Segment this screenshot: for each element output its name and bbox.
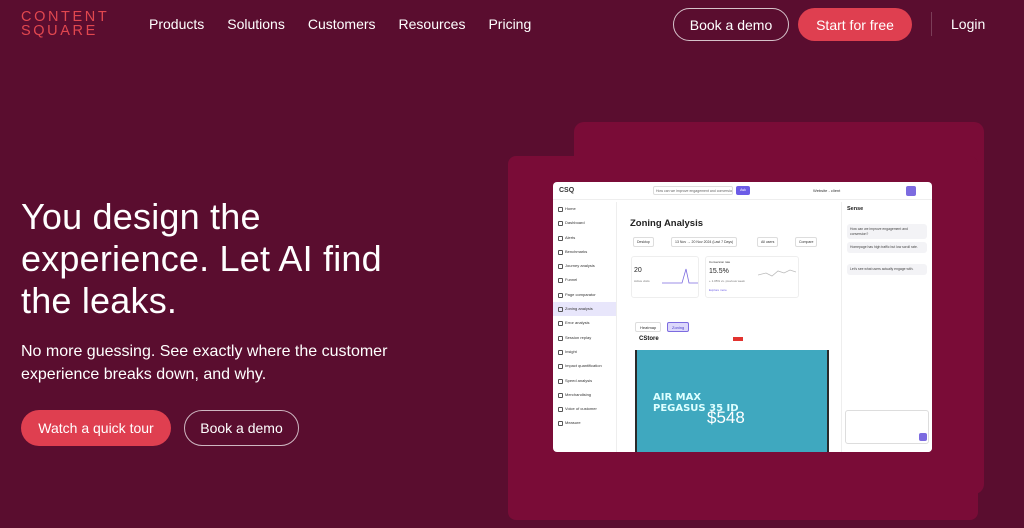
app-sidebar-item: Insight bbox=[553, 345, 616, 359]
metric-label: Conversion rate bbox=[709, 260, 731, 264]
metric-delta: + 1.05% vs. previous week bbox=[709, 279, 745, 283]
app-filter-compare: Compare bbox=[795, 237, 818, 247]
nav-link-solutions[interactable]: Solutions bbox=[227, 16, 285, 32]
app-filter-users: All users bbox=[757, 237, 779, 247]
app-site-selector: Website - client bbox=[813, 188, 841, 193]
app-sidebar-item: Measure bbox=[553, 416, 616, 430]
hero-product-line-1: AIR MAX bbox=[653, 392, 702, 403]
metric-label: Active visits bbox=[634, 279, 650, 283]
start-free-button[interactable]: Start for free bbox=[798, 8, 912, 41]
logo-line-2: SQUARE bbox=[21, 23, 98, 39]
app-filter-device: Desktop bbox=[633, 237, 654, 247]
app-sidebar-item: Home bbox=[553, 202, 616, 216]
sense-message: Let's see what users actually engage wit… bbox=[847, 264, 927, 275]
nav-link-pricing[interactable]: Pricing bbox=[488, 16, 531, 32]
store-badge bbox=[733, 337, 743, 341]
tab-zoning: Zoning bbox=[667, 322, 690, 332]
app-sidebar-item: Page comparator bbox=[553, 288, 616, 302]
metric-value: 15.5% bbox=[709, 268, 729, 275]
product-screenshot: CSQ How can we improve engagement and co… bbox=[553, 182, 932, 452]
app-sidebar-item: Error analysis bbox=[553, 316, 616, 330]
app-logo: CSQ bbox=[559, 187, 575, 194]
metric-value: 20 bbox=[634, 267, 642, 274]
explore-link: Explore more bbox=[709, 288, 727, 292]
sparkline-chart bbox=[662, 268, 698, 284]
app-sidebar-item: Funnel bbox=[553, 273, 616, 287]
app-page-title: Zoning Analysis bbox=[630, 218, 704, 229]
hero-headline: You design the experience. Let AI find t… bbox=[21, 196, 382, 321]
app-sidebar-item: Alerts bbox=[553, 231, 616, 245]
zoning-preview: CStore AIR MAX PEGASUS 35 ID $548 bbox=[635, 332, 829, 452]
app-sidebar-item: Speed analysis bbox=[553, 374, 616, 388]
app-ask-button: Ask bbox=[736, 186, 750, 195]
app-search-input: How can we improve engagement and conver… bbox=[653, 186, 733, 195]
app-user-icon bbox=[906, 186, 916, 196]
app-sidebar-item: Journey analysis bbox=[553, 259, 616, 273]
login-link[interactable]: Login bbox=[951, 16, 985, 32]
app-filter-date: 13 Nov → 20 Nov 2024 (Last 7 Days) bbox=[671, 237, 738, 247]
sense-message: Homepage has high traffic but low scroll… bbox=[847, 242, 927, 253]
store-logo: CStore bbox=[639, 336, 659, 342]
tab-heatmap: Heatmap bbox=[635, 322, 662, 332]
app-metric-card: 20 Active visits bbox=[631, 256, 699, 298]
top-nav: CONTENT SQUARE Products Solutions Custom… bbox=[0, 0, 1024, 50]
app-sidebar-item: Merchandising bbox=[553, 388, 616, 402]
logo-line-1: CONTENT bbox=[21, 9, 110, 25]
nav-link-resources[interactable]: Resources bbox=[399, 16, 466, 32]
sense-title: Sense bbox=[847, 206, 864, 212]
nav-link-products[interactable]: Products bbox=[149, 16, 204, 32]
nav-links: Products Solutions Customers Resources P… bbox=[149, 16, 554, 32]
app-sidebar-item: Session replay bbox=[553, 331, 616, 345]
app-sidebar: Home Dashboard Alerts Benchmarks Journey… bbox=[553, 202, 617, 452]
app-sidebar-item: Dashboard bbox=[553, 216, 616, 230]
hero-price: $548 bbox=[707, 408, 745, 427]
hero-subtext: No more guessing. See exactly where the … bbox=[21, 343, 388, 383]
store-header: CStore bbox=[635, 332, 829, 350]
sparkline-chart bbox=[758, 269, 796, 277]
book-demo-button[interactable]: Book a demo bbox=[673, 8, 789, 41]
app-sidebar-item: Voice of customer bbox=[553, 402, 616, 416]
sense-input bbox=[845, 410, 929, 444]
nav-divider bbox=[931, 12, 932, 36]
app-topbar: CSQ How can we improve engagement and co… bbox=[553, 182, 932, 200]
store-hero: AIR MAX PEGASUS 35 ID $548 bbox=[635, 350, 829, 452]
logo[interactable]: CONTENT SQUARE bbox=[21, 9, 110, 39]
app-metric-card: Conversion rate 15.5% + 1.05% vs. previo… bbox=[705, 256, 799, 298]
hero-book-demo-button[interactable]: Book a demo bbox=[184, 410, 299, 446]
app-sidebar-item: Benchmarks bbox=[553, 245, 616, 259]
nav-link-customers[interactable]: Customers bbox=[308, 16, 376, 32]
sense-panel: Sense How can we improve engagement and … bbox=[841, 202, 932, 452]
watch-tour-button[interactable]: Watch a quick tour bbox=[21, 410, 171, 446]
send-icon bbox=[919, 433, 927, 441]
app-sidebar-item-active: Zoning analysis bbox=[553, 302, 616, 317]
app-sidebar-item: Impact quantification bbox=[553, 359, 616, 373]
sense-message: How can we improve engagement and conver… bbox=[847, 224, 927, 239]
